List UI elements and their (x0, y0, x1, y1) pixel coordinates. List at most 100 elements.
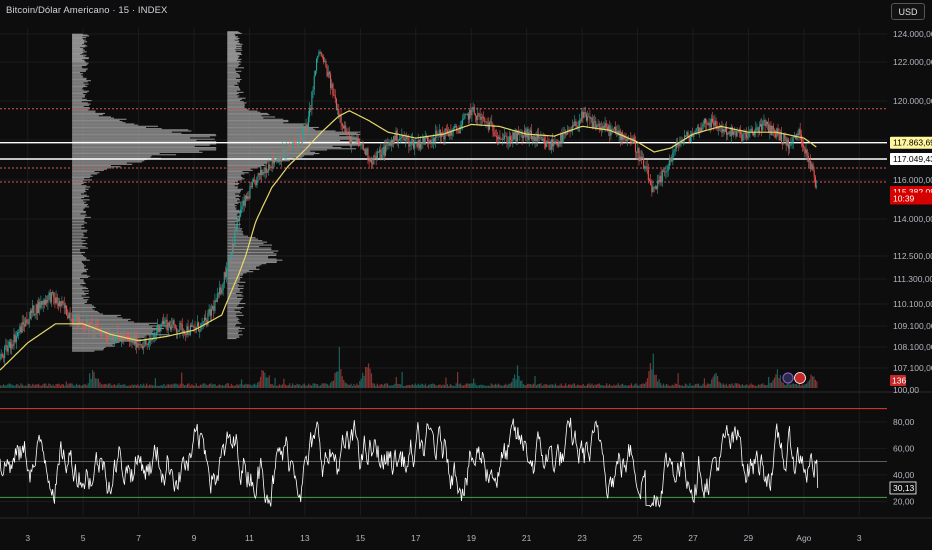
volume-bar (148, 384, 151, 388)
volume-bar (430, 384, 432, 388)
volume-bar (689, 383, 691, 388)
volume-profile-bar (227, 66, 238, 68)
volume-profile-bar (227, 82, 238, 84)
volume-bar (351, 385, 354, 388)
volume-profile-bar (227, 171, 243, 173)
time-axis-tick: 13 (300, 533, 310, 543)
candle (238, 216, 241, 221)
volume-profile-bar (227, 193, 236, 195)
volume-bar (565, 383, 567, 388)
volume-profile-bar (227, 172, 249, 174)
volume-bar (784, 384, 786, 388)
candle (111, 336, 113, 339)
volume-bar (200, 384, 202, 388)
candle (490, 121, 492, 123)
volume-profile-bar (227, 138, 361, 140)
volume-profile-bar (227, 208, 236, 210)
candle (645, 166, 647, 168)
candle (516, 130, 519, 142)
candle (125, 335, 127, 337)
volume-profile-bar (72, 268, 89, 270)
price-axis-tick: 107.100,00 (893, 363, 932, 373)
volume-bar (722, 383, 724, 388)
volume-bar (457, 372, 459, 388)
volume-bar (503, 384, 505, 388)
volume-bar (14, 385, 16, 388)
candle (210, 308, 212, 316)
volume-bar (265, 377, 267, 388)
candle (768, 124, 770, 133)
volume-bar (42, 384, 44, 388)
candle (470, 109, 472, 116)
volume-bar (306, 385, 308, 388)
volume-bar (334, 372, 336, 388)
candle (249, 186, 251, 199)
candle (279, 155, 281, 162)
volume-bar (20, 383, 22, 388)
volume-bar (541, 385, 543, 388)
candle (469, 109, 471, 120)
volume-profile-bar (227, 215, 240, 217)
candle (544, 142, 547, 147)
candle (393, 136, 395, 145)
volume-profile-bar (72, 187, 86, 189)
volume-profile-bar (227, 268, 260, 270)
candle (367, 148, 369, 160)
volume-profile-bar (72, 219, 84, 221)
candle (434, 138, 436, 142)
candle (426, 137, 429, 142)
volume-bar (115, 385, 117, 388)
volume-bar (794, 384, 796, 388)
flag-icon[interactable] (794, 372, 806, 384)
candle (381, 154, 383, 159)
volume-profile-bar (72, 216, 91, 218)
volume-profile-bar (227, 143, 361, 145)
candle (408, 137, 410, 147)
volume-bar (93, 372, 95, 388)
volume-bar (248, 384, 250, 388)
volume-profile-bar (227, 329, 239, 331)
volume-bar (468, 383, 470, 388)
volume-profile-bar (72, 70, 86, 72)
volume-profile-bar (72, 276, 89, 278)
candle (6, 345, 8, 352)
volume-bar (532, 383, 535, 388)
time-axis-tick: 29 (744, 533, 754, 543)
volume-profile-bar (72, 343, 116, 345)
volume-bar (246, 384, 248, 388)
volume-profile-bar (72, 169, 104, 171)
volume-bar (781, 381, 783, 388)
volume-profile-bar (72, 63, 88, 65)
volume-bar (661, 385, 663, 388)
candle (637, 148, 639, 153)
candle (198, 322, 200, 331)
candle (334, 95, 336, 99)
volume-bar (283, 378, 285, 388)
volume-bar (791, 383, 793, 388)
candle (362, 143, 364, 151)
chart-canvas[interactable]: 124.000,00122.000,00120.000,00118.000,00… (0, 0, 932, 550)
lightning-icon[interactable] (782, 372, 794, 384)
volume-bar (493, 384, 495, 388)
rsi-value-text: 30,13 (893, 483, 915, 493)
candle (83, 327, 85, 329)
candle (166, 319, 168, 331)
volume-profile-bar (227, 185, 235, 187)
volume-bar (442, 384, 444, 388)
candle (615, 127, 617, 133)
candle (33, 305, 35, 316)
volume-bar (125, 385, 127, 388)
volume-bar (811, 376, 814, 388)
candle (275, 160, 277, 162)
candle (143, 346, 145, 349)
candle (201, 322, 203, 324)
volume-profile-bar (72, 222, 88, 224)
volume-bar (534, 375, 536, 388)
volume-bar (743, 385, 745, 388)
volume-profile-bar (227, 68, 236, 70)
volume-bar (549, 384, 551, 388)
candle (284, 153, 286, 156)
volume-bar (322, 383, 324, 388)
candle (612, 128, 614, 130)
volume-bar (302, 384, 304, 388)
